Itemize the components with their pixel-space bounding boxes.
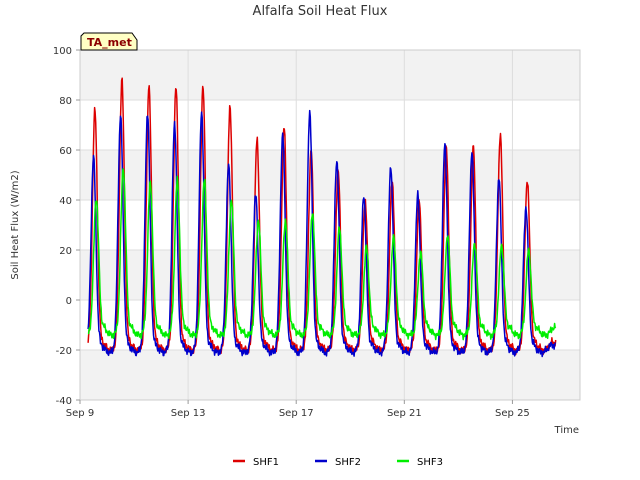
y-tick-label: 60: [59, 146, 72, 157]
y-tick-label: 20: [59, 246, 72, 257]
series-line-shf1: [87, 77, 557, 356]
y-axis-label: Soil Heat Flux (W/m2): [10, 170, 21, 279]
x-axis-ticks: Sep 9 Sep 13 Sep 17 Sep 21 Sep 25: [66, 400, 530, 419]
badge-label: TA_met: [87, 36, 132, 49]
chart: -40 -20 0 20 40 60 80 100 Sep 9 Sep 13 Sep 17 Sep …: [0, 0, 640, 480]
y-tick-label: 40: [59, 196, 72, 207]
x-tick-label: Sep 17: [279, 408, 314, 419]
plot-band: [80, 150, 580, 200]
series-layer: [87, 77, 557, 358]
y-tick-label: -40: [56, 396, 72, 407]
y-tick-label: 80: [59, 96, 72, 107]
x-tick-label: Sep 21: [387, 408, 422, 419]
y-tick-label: 100: [53, 46, 72, 57]
plot-band: [80, 350, 580, 400]
legend: SHF1 SHF2 SHF3: [233, 457, 443, 468]
ta-met-badge: TA_met: [80, 32, 138, 51]
y-axis-ticks: -40 -20 0 20 40 60 80 100: [53, 46, 80, 407]
legend-label-shf1: SHF1: [253, 457, 279, 468]
series-line-shf2: [87, 109, 557, 358]
legend-label-shf3: SHF3: [417, 457, 443, 468]
y-tick-label: -20: [56, 346, 72, 357]
y-tick-label: 0: [66, 296, 72, 307]
x-axis-label: Time: [554, 425, 579, 436]
chart-title: Alfalfa Soil Heat Flux: [253, 4, 388, 19]
legend-label-shf2: SHF2: [335, 457, 361, 468]
x-tick-label: Sep 25: [495, 408, 530, 419]
chart-svg: -40-20020406080100 Sep 9 Sep 13 Sep 17 Sep …: [10, 4, 581, 468]
x-tick-label: Sep 13: [171, 408, 206, 419]
x-tick-label: Sep 9: [66, 408, 94, 419]
plot-band: [80, 50, 580, 100]
